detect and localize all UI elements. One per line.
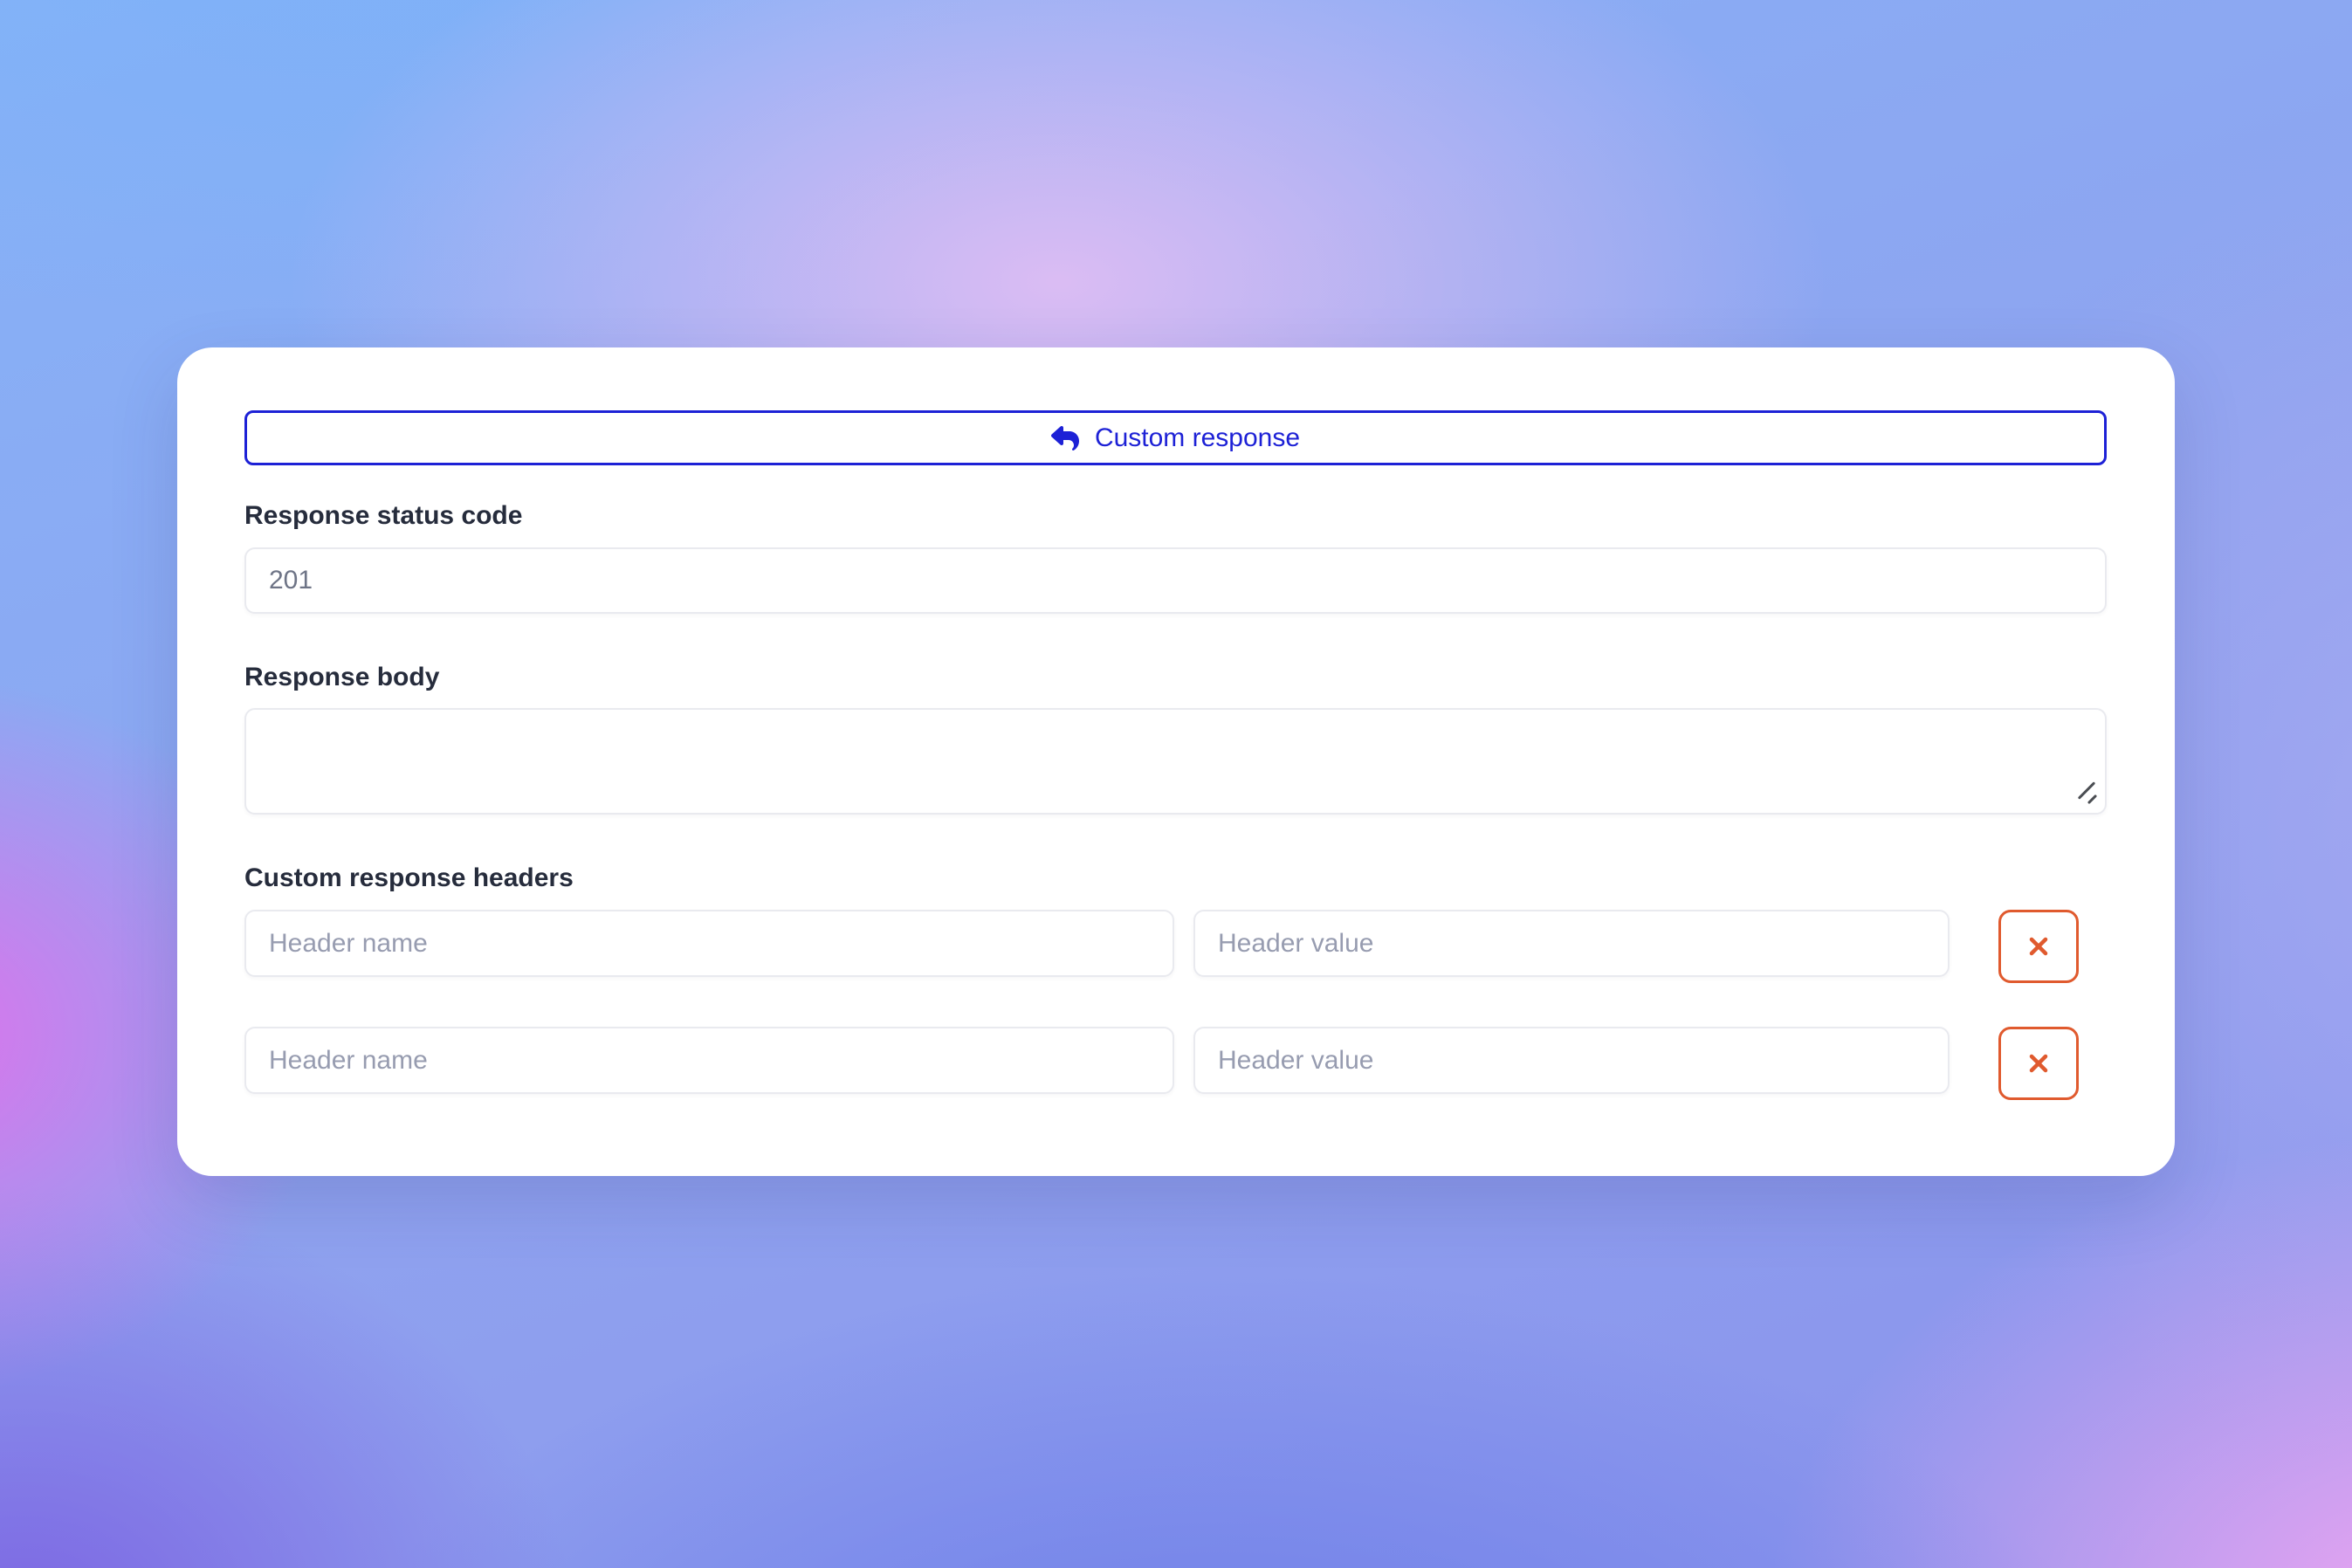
custom-response-button-label: Custom response <box>1095 423 1300 453</box>
custom-response-card: Custom response Response status code Res… <box>177 347 2175 1176</box>
custom-response-headers-label: Custom response headers <box>244 863 2107 894</box>
header-value-input[interactable] <box>1193 1027 1950 1094</box>
response-body-field <box>244 708 2107 815</box>
response-status-code-label: Response status code <box>244 500 2107 532</box>
header-row <box>244 910 2107 983</box>
reply-icon <box>1051 424 1079 452</box>
response-status-code-input[interactable] <box>244 547 2107 614</box>
header-name-input[interactable] <box>244 1027 1174 1094</box>
close-icon <box>2027 1052 2050 1075</box>
remove-header-button[interactable] <box>1998 910 2079 983</box>
response-body-label: Response body <box>244 662 2107 693</box>
header-row <box>244 1027 2107 1100</box>
response-body-textarea[interactable] <box>244 708 2107 815</box>
header-value-input[interactable] <box>1193 910 1950 977</box>
close-icon <box>2027 935 2050 958</box>
remove-header-button[interactable] <box>1998 1027 2079 1100</box>
header-name-input[interactable] <box>244 910 1174 977</box>
custom-response-button[interactable]: Custom response <box>244 410 2107 465</box>
